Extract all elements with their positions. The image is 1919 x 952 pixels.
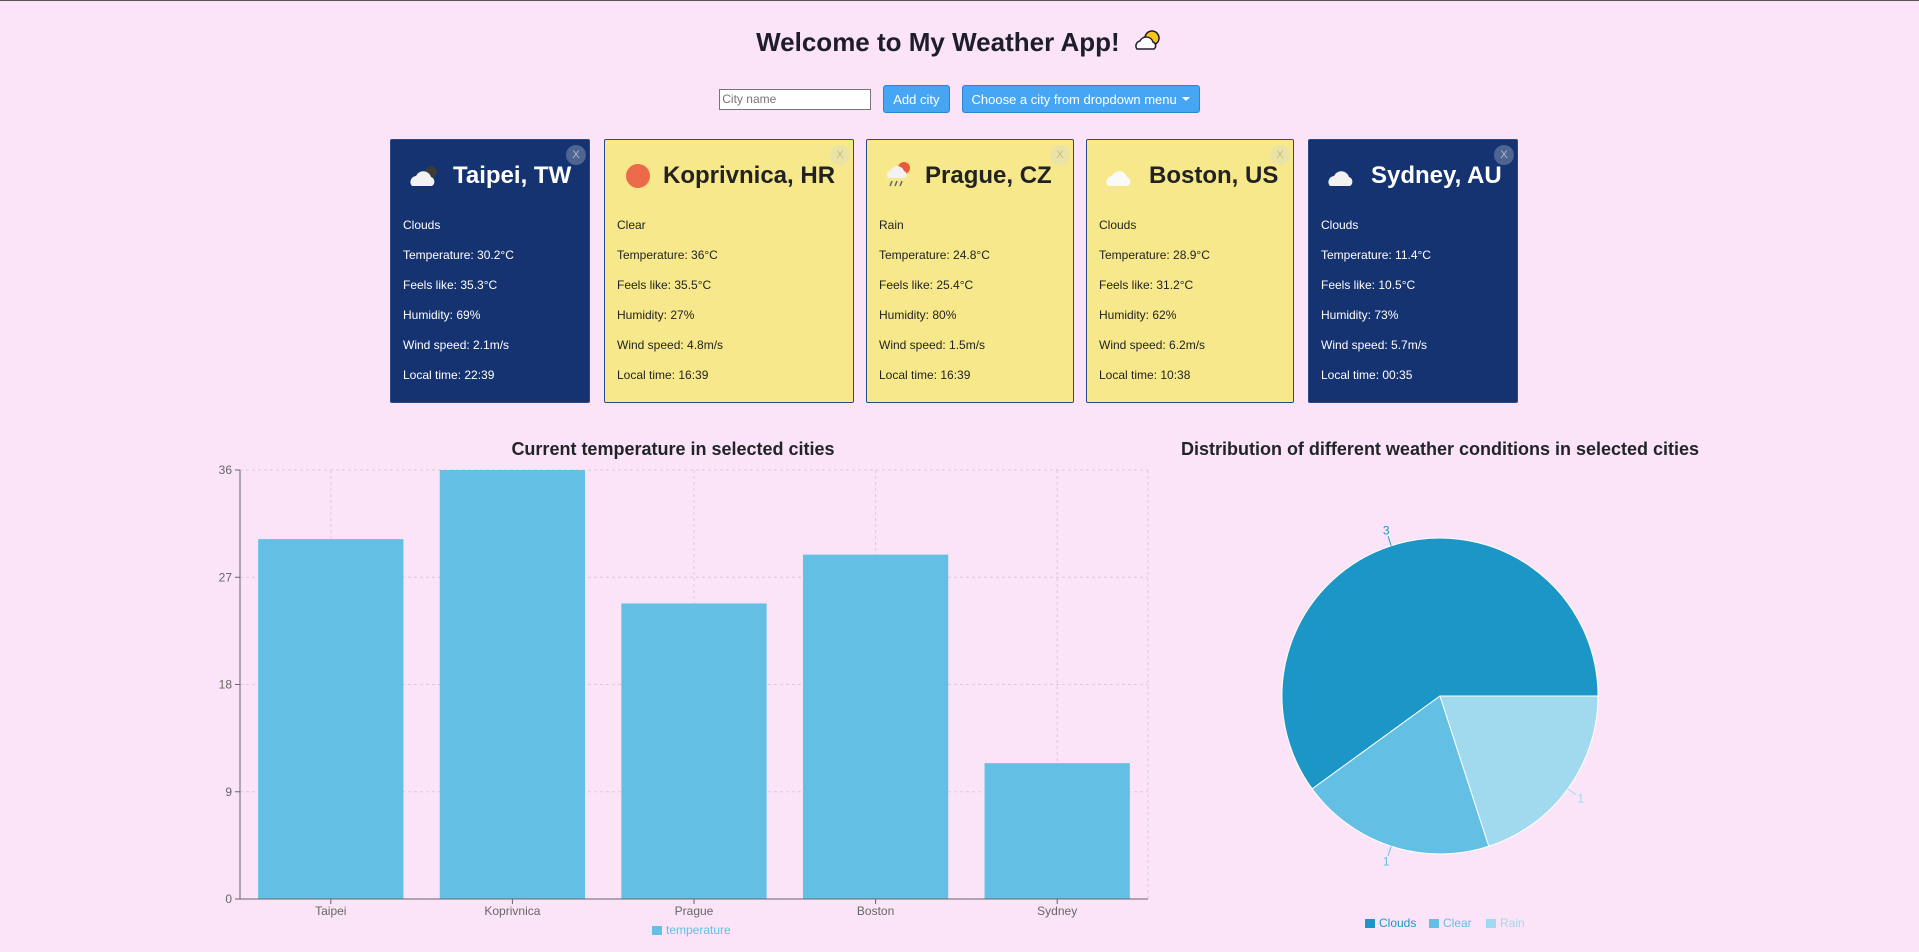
rain-cloud-sun-icon [885, 159, 915, 194]
y-tick-label: 9 [225, 785, 232, 799]
bar-prague [621, 603, 767, 899]
bar-boston [802, 554, 949, 899]
temperature-bar-chart: 0 9 18 27 36 Taipei Koprivnica Prague Boston Sydn… [219, 463, 1149, 937]
city-dropdown-label: Choose a city from dropdown menu [971, 91, 1177, 107]
card-city: Koprivnica, HR [663, 162, 836, 189]
card-wind-speed: Wind speed: 6.2m/s [1099, 338, 1206, 352]
card-condition: Rain [879, 218, 904, 232]
app-title-text: Welcome to My Weather App! [756, 27, 1120, 57]
remove-card-button[interactable]: X [1050, 145, 1070, 165]
card-local-time: Local time: 10:38 [1099, 368, 1191, 382]
card-feels-like: Feels like: 25.4°C [879, 278, 974, 292]
y-tick-label: 0 [225, 892, 232, 906]
legend-label: Clear [1443, 916, 1472, 930]
card-condition: Clear [617, 218, 646, 232]
card-wind-speed: Wind speed: 5.7m/s [1321, 338, 1428, 352]
card-city: Taipei, TW [453, 162, 572, 189]
weather-card-prague: X Prague, CZ Rain Temperature: 24.8°C Fe… [866, 139, 1074, 403]
card-feels-like: Feels like: 35.3°C [403, 278, 498, 292]
card-temperature: Temperature: 11.4°C [1321, 248, 1431, 262]
bar-taipei [258, 539, 404, 899]
legend-label: Clouds [1379, 916, 1416, 930]
legend-swatch [1365, 919, 1375, 928]
cloud-icon [1327, 161, 1361, 192]
bar-koprivnica [439, 470, 586, 899]
bar-chart-title: Current temperature in selected cities [511, 439, 835, 459]
pie-value-label: 1 [1577, 791, 1584, 805]
legend-swatch [652, 926, 662, 935]
y-tick-label: 27 [219, 570, 233, 584]
legend-label: Rain [1500, 916, 1525, 930]
pie-chart-title: Distribution of different weather condit… [1180, 439, 1700, 459]
weather-card-boston: X Boston, US Clouds Temperature: 28.9°C … [1086, 139, 1294, 403]
card-local-time: Local time: 22:39 [403, 368, 495, 382]
x-tick-label: Boston [857, 904, 894, 918]
card-wind-speed: Wind speed: 4.8m/s [617, 338, 724, 352]
y-tick-label: 18 [219, 678, 233, 692]
card-humidity: Humidity: 62% [1099, 308, 1177, 322]
card-city: Boston, US [1149, 162, 1279, 189]
card-local-time: Local time: 00:35 [1321, 368, 1413, 382]
card-condition: Clouds [403, 218, 441, 232]
remove-card-button[interactable]: X [830, 145, 850, 165]
cloud-icon [1105, 161, 1139, 192]
bar-sydney [984, 763, 1130, 899]
weather-card-sydney: X Sydney, AU Clouds Temperature: 11.4°C … [1308, 139, 1518, 403]
card-humidity: Humidity: 69% [403, 308, 481, 322]
controls-bar: Add city Choose a city from dropdown men… [0, 85, 1919, 113]
card-city: Sydney, AU [1371, 162, 1502, 189]
weather-card-taipei: X Taipei, TW Clouds Temperature: 30.2°C … [390, 139, 590, 403]
sun-behind-cloud-icon [1133, 29, 1163, 60]
card-feels-like: Feels like: 35.5°C [617, 278, 712, 292]
cloud-icon [409, 161, 443, 192]
x-tick-label: Taipei [315, 904, 346, 918]
legend-swatch [1486, 919, 1496, 928]
card-humidity: Humidity: 27% [617, 308, 695, 322]
legend-label: temperature [666, 923, 731, 937]
pie-value-label: 3 [1383, 524, 1390, 538]
pie-value-label: 1 [1383, 854, 1390, 868]
remove-card-button[interactable]: X [1270, 145, 1290, 165]
x-tick-label: Koprivnica [484, 904, 540, 918]
pie-label-line [1387, 536, 1392, 546]
card-temperature: Temperature: 28.9°C [1099, 248, 1210, 262]
card-local-time: Local time: 16:39 [617, 368, 709, 382]
card-condition: Clouds [1321, 218, 1359, 232]
city-name-input[interactable] [719, 88, 872, 110]
caret-down-icon [1181, 97, 1190, 101]
card-temperature: Temperature: 36°C [617, 248, 718, 262]
conditions-pie-chart: 3 1 1 Clouds Clear Rain [1281, 524, 1599, 930]
card-condition: Clouds [1099, 218, 1137, 232]
card-feels-like: Feels like: 31.2°C [1099, 278, 1194, 292]
add-city-label: Add city [893, 91, 940, 107]
card-humidity: Humidity: 80% [879, 308, 957, 322]
y-tick-label: 36 [219, 463, 233, 477]
card-feels-like: Feels like: 10.5°C [1321, 278, 1416, 292]
remove-card-button[interactable]: X [566, 145, 586, 165]
card-wind-speed: Wind speed: 1.5m/s [879, 338, 986, 352]
weather-card-koprivnica: X Koprivnica, HR Clear Temperature: 36°C… [604, 139, 854, 403]
card-temperature: Temperature: 24.8°C [879, 248, 990, 262]
pie-label-line [1567, 788, 1577, 796]
city-dropdown-button[interactable]: Choose a city from dropdown menu [961, 85, 1200, 113]
app-title: Welcome to My Weather App! [0, 27, 1919, 60]
card-temperature: Temperature: 30.2°C [403, 248, 514, 262]
sun-icon [623, 161, 653, 192]
card-wind-speed: Wind speed: 2.1m/s [403, 338, 510, 352]
card-humidity: Humidity: 73% [1321, 308, 1399, 322]
legend-swatch [1429, 919, 1439, 928]
x-tick-label: Sydney [1037, 904, 1077, 918]
card-local-time: Local time: 16:39 [879, 368, 971, 382]
x-tick-label: Prague [675, 904, 714, 918]
card-city: Prague, CZ [925, 162, 1052, 189]
remove-card-button[interactable]: X [1494, 145, 1514, 165]
add-city-button[interactable]: Add city [883, 85, 950, 113]
